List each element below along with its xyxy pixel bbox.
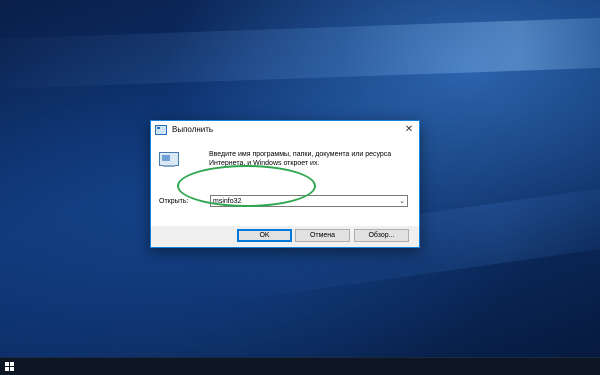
chevron-down-icon[interactable]: ⌄ — [397, 197, 407, 205]
cancel-button[interactable]: Отмена — [295, 229, 350, 242]
close-button[interactable]: ✕ — [399, 121, 419, 138]
ok-button[interactable]: OK — [237, 229, 292, 242]
dialog-titlebar[interactable]: Выполнить ✕ — [151, 121, 419, 138]
run-title-icon — [155, 124, 167, 135]
taskbar — [0, 357, 600, 375]
highlight-ellipse — [177, 165, 316, 207]
windows-logo-icon[interactable] — [5, 362, 14, 371]
dialog-footer: OK Отмена Обзор... — [151, 226, 419, 247]
run-app-icon — [159, 152, 179, 167]
wallpaper-light-beam — [0, 15, 600, 91]
dialog-title: Выполнить — [172, 125, 214, 134]
open-label: Открыть: — [159, 198, 189, 205]
close-icon: ✕ — [404, 124, 414, 135]
browse-button[interactable]: Обзор... — [354, 229, 409, 242]
